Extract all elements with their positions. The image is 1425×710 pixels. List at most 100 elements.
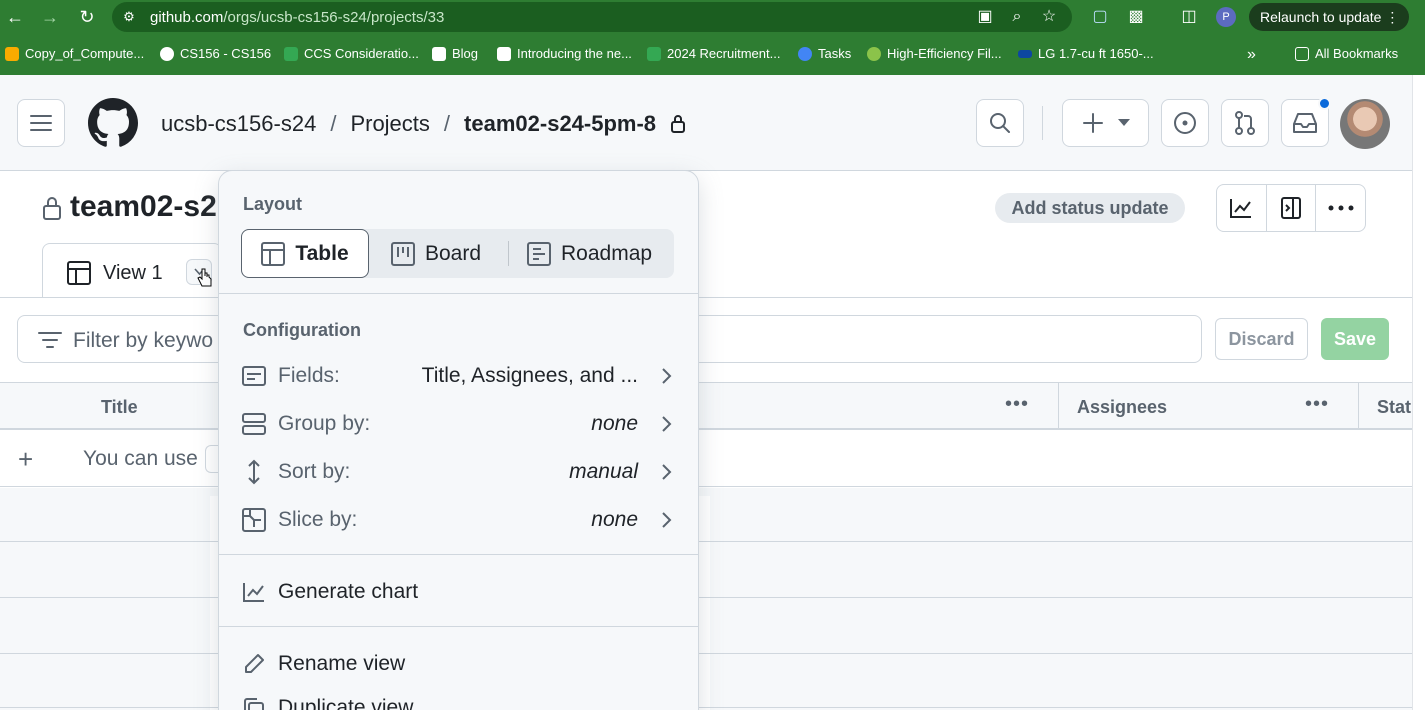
breadcrumb: ucsb-cs156-s24 / Projects / team02-s24-5… [161, 111, 686, 137]
add-item-row[interactable]: + You can use [0, 432, 1412, 487]
more-bookmarks-icon[interactable]: » [1247, 46, 1256, 64]
back-icon[interactable]: ← [4, 6, 26, 28]
bookmark-star-icon[interactable]: ☆ [1039, 7, 1059, 27]
menu-divider [219, 554, 698, 555]
profile-avatar[interactable]: P [1216, 7, 1236, 27]
column-options-icon[interactable]: ••• [1005, 393, 1029, 416]
fields-icon [242, 366, 266, 386]
bookmark-favicon-icon [432, 46, 446, 61]
bookmark-item[interactable]: LG 1.7-cu ft 1650-... [1018, 46, 1154, 61]
menu-item-sort-by[interactable]: Sort by: manual [241, 454, 676, 490]
menu-item-fields[interactable]: Fields: Title, Assignees, and ... [241, 358, 676, 394]
duplicate-icon [244, 698, 264, 710]
save-button[interactable]: Save [1321, 318, 1389, 360]
breadcrumb-org[interactable]: ucsb-cs156-s24 [161, 111, 316, 137]
all-bookmarks[interactable]: All Bookmarks [1295, 46, 1398, 61]
search-icon [990, 113, 1010, 133]
insights-button[interactable] [1217, 185, 1267, 231]
duplicate-view-label: Duplicate view [278, 696, 414, 710]
table-body [0, 488, 1412, 710]
side-panel-icon[interactable]: ◫ [1179, 7, 1199, 27]
rename-view-item[interactable]: Rename view [241, 646, 676, 682]
filter-icon [38, 332, 62, 348]
breadcrumb-projects[interactable]: Projects [350, 111, 429, 137]
menu-item-value: manual [569, 460, 638, 483]
extensions-icon[interactable]: ▩ [1126, 7, 1146, 27]
bookmark-favicon-icon [5, 46, 19, 61]
issue-opened-icon [1174, 112, 1196, 134]
pull-requests-button[interactable] [1221, 99, 1269, 147]
menu-divider [219, 626, 698, 627]
url-text[interactable]: github.com/orgs/ucsb-cs156-s24/projects/… [150, 9, 444, 26]
menu-item-value: none [591, 508, 638, 531]
bookmark-favicon-icon [497, 46, 511, 61]
bookmark-item[interactable]: Blog [432, 46, 478, 61]
github-logo-icon[interactable] [88, 98, 138, 148]
site-settings-icon[interactable]: ⚙ [119, 7, 139, 27]
issues-button[interactable] [1161, 99, 1209, 147]
inbox-icon [1293, 113, 1317, 133]
column-header-title[interactable]: Title [101, 397, 138, 418]
sort-icon [248, 459, 260, 485]
column-header-status[interactable]: Stat [1377, 397, 1411, 418]
zoom-icon[interactable]: ⌕ [1007, 7, 1027, 27]
generate-chart-item[interactable]: Generate chart [241, 574, 676, 610]
tab-label: View 1 [103, 262, 163, 284]
rename-view-label: Rename view [278, 652, 406, 675]
install-app-icon[interactable]: ▣ [975, 7, 995, 27]
bookmark-item[interactable]: Tasks [798, 46, 851, 61]
window-edge [1412, 75, 1425, 710]
create-new-button[interactable] [1062, 99, 1149, 147]
reload-icon[interactable]: ↻ [76, 6, 98, 28]
hamburger-icon [30, 115, 52, 131]
column-divider [1058, 383, 1059, 429]
bookmark-item[interactable]: High-Efficiency Fil... [867, 46, 1002, 61]
column-options-icon[interactable]: ••• [1305, 393, 1329, 416]
board-icon [391, 241, 415, 266]
relaunch-button[interactable]: Relaunch to update ⋮ [1249, 3, 1409, 31]
tab-view-1[interactable]: View 1 [42, 243, 222, 298]
column-header-assignees[interactable]: Assignees [1077, 397, 1167, 418]
menu-item-label: Fields: [278, 364, 340, 387]
forward-icon[interactable]: → [39, 6, 61, 28]
duplicate-view-item[interactable]: Duplicate view [241, 690, 676, 710]
layout-roadmap-button[interactable]: Roadmap [527, 229, 652, 278]
column-divider [1358, 383, 1359, 429]
docs-extension-icon[interactable]: ▢ [1090, 7, 1110, 27]
chevron-right-icon [662, 512, 672, 528]
menu-item-group-by[interactable]: Group by: none [241, 406, 676, 442]
hamburger-menu-button[interactable] [17, 99, 65, 147]
side-panel-button[interactable] [1267, 185, 1317, 231]
breadcrumb-project[interactable]: team02-s24-5pm-8 [464, 111, 656, 137]
browser-toolbar: ← → ↻ ⚙ github.com/orgs/ucsb-cs156-s24/p… [0, 0, 1425, 34]
segment-divider [508, 241, 509, 266]
bookmark-item[interactable]: 2024 Recruitment... [647, 46, 780, 61]
bookmarks-bar: Copy_of_Compute... CS156 - CS156 CCS Con… [0, 40, 1425, 68]
bookmark-item[interactable]: Introducing the ne... [497, 46, 632, 61]
mouse-cursor-icon [197, 268, 212, 287]
project-more-button[interactable] [1316, 185, 1365, 231]
chevron-right-icon [662, 368, 672, 384]
search-button[interactable] [976, 99, 1024, 147]
layout-table-label: Table [295, 241, 349, 265]
layout-table-button[interactable]: Table [241, 229, 369, 278]
bookmark-favicon-icon [284, 46, 298, 61]
slice-icon [242, 508, 266, 532]
add-status-update-button[interactable]: Add status update [995, 193, 1185, 223]
notification-dot [1318, 97, 1331, 110]
bookmark-item[interactable]: CS156 - CS156 [160, 46, 271, 61]
menu-item-label: Slice by: [278, 508, 358, 531]
layout-board-button[interactable]: Board [391, 229, 481, 278]
keyboard-hint [205, 445, 219, 473]
avatar[interactable] [1340, 99, 1390, 149]
bookmark-item[interactable]: Copy_of_Compute... [5, 46, 144, 61]
layout-switcher: Table Board Roadmap [241, 229, 674, 278]
caret-down-icon [1117, 119, 1130, 126]
bookmark-item[interactable]: CCS Consideratio... [284, 46, 419, 61]
menu-item-slice-by[interactable]: Slice by: none [241, 502, 676, 538]
row-divider [0, 653, 1412, 654]
menu-item-label: Group by: [278, 412, 371, 435]
view-options-menu: Layout Table Board Roadmap Configuration… [218, 170, 699, 710]
project-actions [1216, 184, 1366, 232]
discard-button[interactable]: Discard [1215, 318, 1308, 360]
